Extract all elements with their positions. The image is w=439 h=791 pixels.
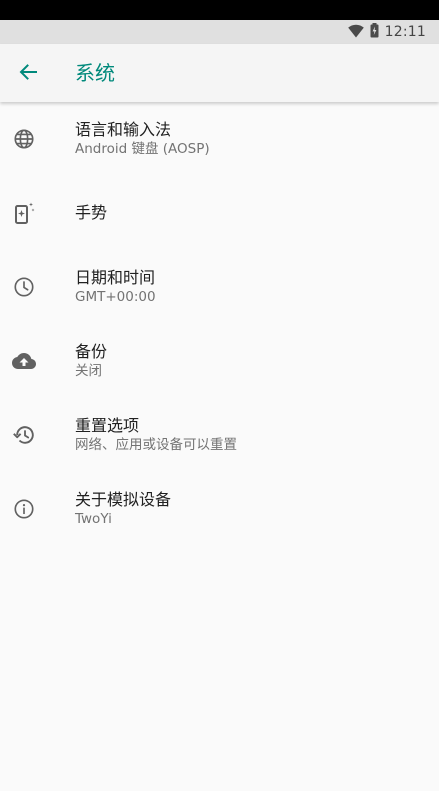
setting-item-subtitle: TwoYi	[75, 511, 112, 527]
clock-icon	[12, 275, 36, 299]
setting-item-title: 重置选项	[75, 416, 140, 435]
setting-item-subtitle: 关闭	[75, 363, 102, 379]
setting-item-subtitle: 网络、应用或设备可以重置	[75, 437, 237, 453]
top-black-band	[0, 0, 439, 20]
globe-icon	[12, 127, 36, 151]
setting-item-title: 语言和输入法	[75, 120, 172, 139]
info-icon	[12, 497, 36, 521]
setting-item-text: 重置选项 网络、应用或设备可以重置	[75, 415, 237, 454]
setting-item-text: 关于模拟设备 TwoYi	[75, 489, 171, 528]
setting-item-subtitle: GMT+00:00	[75, 289, 156, 305]
setting-item-gestures[interactable]: 手势	[0, 176, 439, 250]
setting-item-title: 日期和时间	[75, 268, 156, 287]
setting-item-language-input[interactable]: 语言和输入法 Android 键盘 (AOSP)	[0, 102, 439, 176]
setting-item-backup[interactable]: 备份 关闭	[0, 324, 439, 398]
app-bar: 系统	[0, 44, 439, 102]
arrow-back-icon	[19, 63, 37, 85]
setting-item-text: 手势	[75, 202, 107, 223]
setting-item-title: 手势	[75, 203, 108, 222]
cloud-upload-icon	[12, 349, 36, 373]
setting-item-text: 语言和输入法 Android 键盘 (AOSP)	[75, 119, 210, 158]
settings-list: 语言和输入法 Android 键盘 (AOSP) 手势 日期和时间 GMT+00	[0, 102, 439, 546]
setting-item-date-time[interactable]: 日期和时间 GMT+00:00	[0, 250, 439, 324]
battery-icon	[370, 22, 379, 42]
status-bar: 12:11	[0, 20, 439, 44]
setting-item-reset-options[interactable]: 重置选项 网络、应用或设备可以重置	[0, 398, 439, 472]
status-icons: 12:11	[347, 20, 426, 44]
setting-item-title: 关于模拟设备	[75, 490, 172, 509]
setting-item-text: 备份 关闭	[75, 341, 107, 380]
back-button[interactable]	[10, 56, 46, 92]
setting-item-title: 备份	[75, 342, 108, 361]
setting-item-text: 日期和时间 GMT+00:00	[75, 267, 156, 306]
page-title: 系统	[75, 61, 115, 85]
setting-item-subtitle: Android 键盘 (AOSP)	[75, 141, 210, 157]
setting-item-about-device[interactable]: 关于模拟设备 TwoYi	[0, 472, 439, 546]
status-time: 12:11	[384, 24, 426, 40]
wifi-icon	[347, 23, 364, 42]
gesture-phone-icon	[12, 201, 36, 225]
restore-icon	[12, 423, 36, 447]
